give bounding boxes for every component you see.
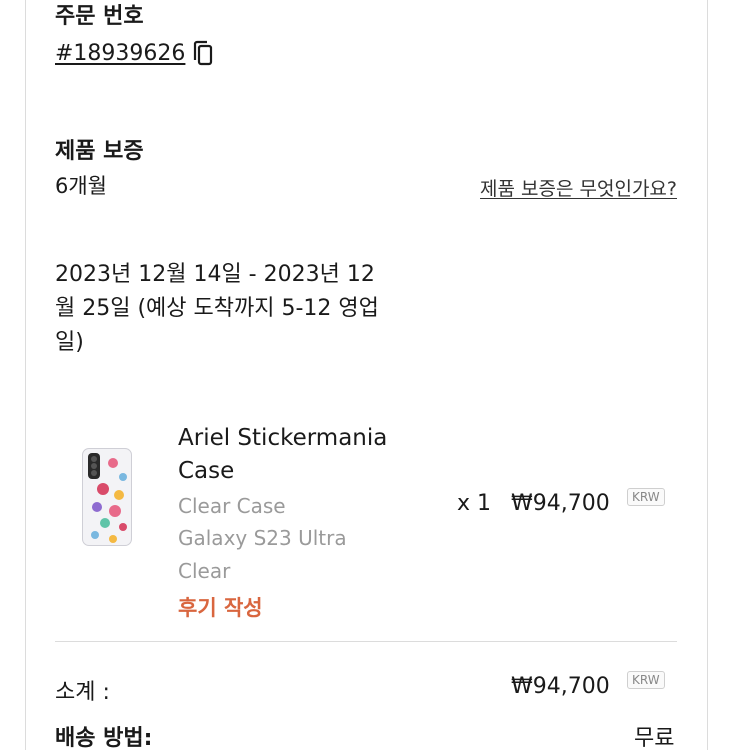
content-panel	[25, 0, 708, 750]
item-quantity: x 1	[457, 491, 492, 516]
shipping-method-value: 무료	[634, 726, 675, 751]
subtotal-value: ₩94,700	[511, 674, 610, 699]
write-review-button[interactable]: 후기 작성	[178, 592, 263, 622]
product-variant-model: Galaxy S23 Ultra	[178, 526, 347, 550]
copy-icon[interactable]	[191, 40, 215, 66]
order-number-row: #18939626	[55, 40, 215, 66]
divider	[55, 641, 677, 642]
warranty-heading: 제품 보증	[55, 139, 144, 164]
currency-badge: KRW	[627, 488, 665, 506]
warranty-value: 6개월	[55, 174, 108, 198]
order-number-heading: 주문 번호	[55, 4, 144, 29]
product-name[interactable]: Ariel Stickermania Case	[178, 422, 418, 488]
subtotal-currency-badge: KRW	[627, 671, 665, 689]
shipping-method-label: 배송 방법:	[55, 726, 153, 751]
delivery-estimate: 2023년 12월 14일 - 2023년 12월 25일 (예상 도착까지 5…	[55, 262, 379, 355]
warranty-info-link[interactable]: 제품 보증은 무엇인가요?	[480, 174, 677, 201]
item-price: ₩94,700	[511, 491, 610, 516]
product-variant-color: Clear	[178, 559, 231, 583]
subtotal-label: 소계 :	[55, 680, 110, 705]
product-thumbnail[interactable]	[82, 448, 132, 546]
order-number: #18939626	[55, 40, 186, 66]
product-variant-type: Clear Case	[178, 494, 286, 518]
